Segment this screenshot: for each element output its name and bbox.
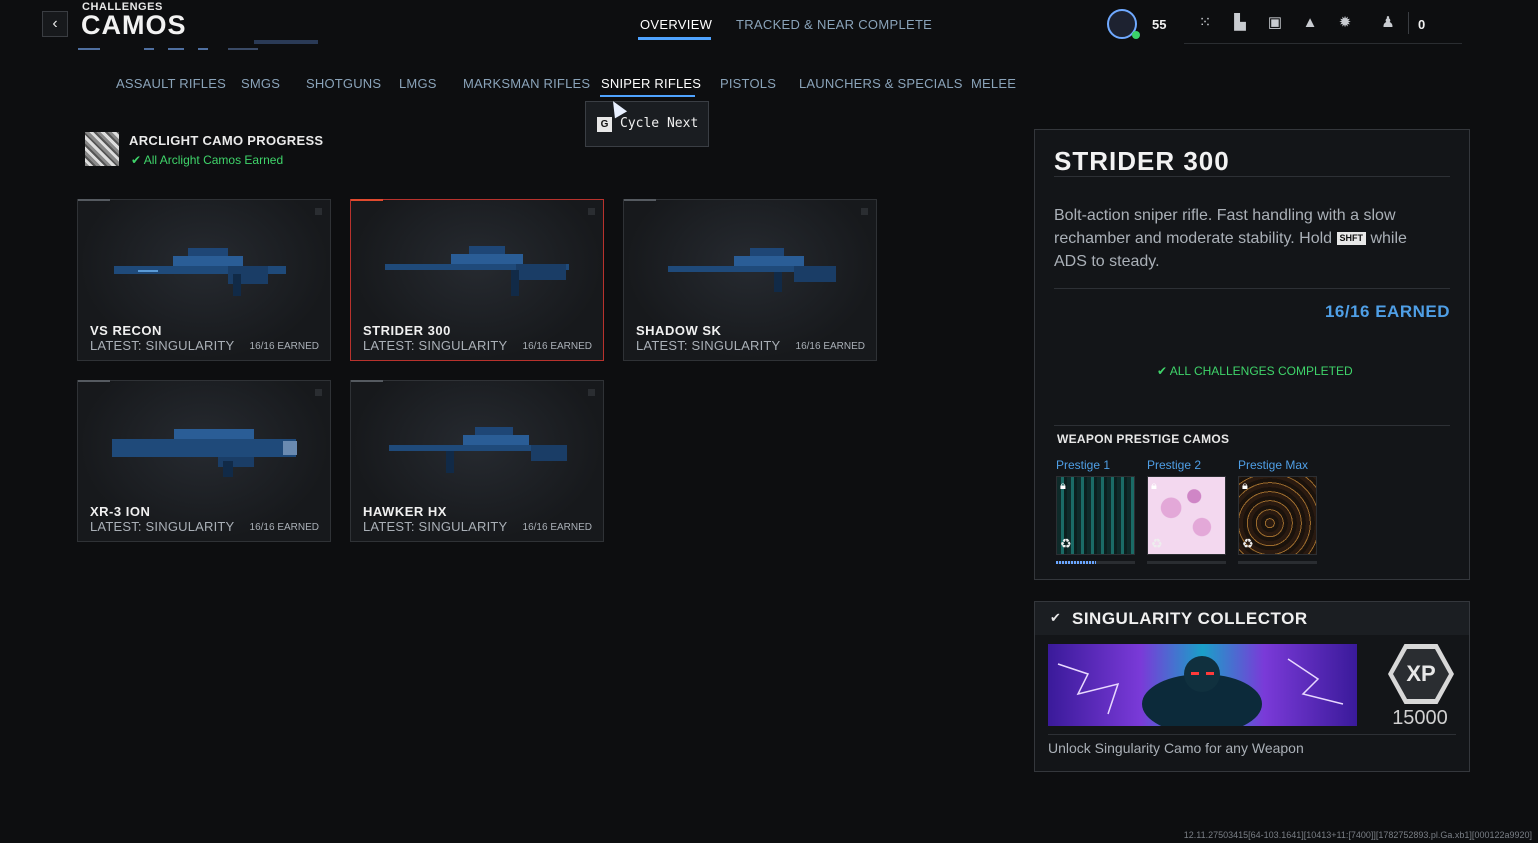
collector-title: SINGULARITY COLLECTOR [1072,609,1308,628]
chevron-left-icon: ‹ [52,15,58,32]
recycle-icon: ♻ [1242,536,1254,551]
weapon-latest-camo: LATEST: SINGULARITY [363,338,508,353]
camo-progress-title: ARCLIGHT CAMO PROGRESS [129,133,324,148]
weapon-name: XR-3 ION [90,504,151,519]
sniper-rifle-icon [385,246,569,296]
shift-key-icon: SHFT [1336,232,1367,245]
weapon-latest-camo: LATEST: SINGULARITY [90,338,235,353]
sniper-rifle-icon [114,248,286,296]
title-decoration [78,40,318,50]
weapon-description: Bolt-action sniper rifle. Fast handling … [1054,207,1407,270]
detail-earned-count: 16/16 EARNED [1324,302,1450,321]
prestige-2-label: Prestige 2 [1147,458,1202,472]
weapon-name: HAWKER HX [363,504,447,519]
weapon-earned-count: 16/16 EARNED [795,341,865,352]
back-button[interactable]: ‹ [42,11,68,37]
lock-icon: 🔒︎ [1151,480,1157,492]
checkmark-icon: ✔ [1050,610,1061,625]
prestige-2-progress-bar [1147,561,1226,564]
weapon-latest-camo: LATEST: SINGULARITY [636,338,781,353]
category-launchers-specials[interactable]: LAUNCHERS & SPECIALS [799,76,963,91]
header-rule [1184,43,1462,44]
weapon-earned-count: 16/16 EARNED [249,522,319,533]
divider [1048,734,1456,735]
notifications-icon[interactable]: ▲ [1301,14,1319,32]
active-category-indicator [600,95,695,97]
weapon-card-shadow-sk[interactable]: SHADOW SK LATEST: SINGULARITY 16/16 EARN… [623,199,877,361]
prestige-camos-title: WEAPON PRESTIGE CAMOS [1057,432,1230,446]
weapon-earned-count: 16/16 EARNED [249,341,319,352]
barracks-icon[interactable]: ▣ [1266,14,1284,32]
collector-description: Unlock Singularity Camo for any Weapon [1048,740,1304,756]
prestige-1-progress-fill [1056,561,1096,564]
sniper-rifle-icon [112,429,297,477]
header-divider [1408,12,1409,34]
weapon-latest-camo: LATEST: SINGULARITY [363,519,508,534]
category-melee[interactable]: MELEE [971,76,1016,91]
sniper-rifle-icon [389,427,567,473]
store-icon[interactable]: ▙ [1231,14,1249,32]
category-sniper-rifles[interactable]: SNIPER RIFLES [601,76,701,91]
player-level: 55 [1152,17,1167,32]
category-smgs[interactable]: SMGS [241,76,280,91]
divider [1054,176,1450,177]
xp-reward-value: 15000 [1392,707,1448,729]
weapon-card-vs-recon[interactable]: VS RECON LATEST: SINGULARITY 16/16 EARNE… [77,199,331,361]
recycle-icon: ♻ [1060,536,1072,551]
build-info: 12.11.27503415[64-103.1641][10413+11:[74… [1183,830,1532,840]
sniper-rifle-icon [668,248,836,292]
prestige-max-progress-bar [1238,561,1317,564]
detail-weapon-title: STRIDER 300 [1054,146,1230,176]
category-lmgs[interactable]: LMGS [399,76,437,91]
lock-icon: 🔒︎ [1060,480,1066,492]
tab-tracked-near-complete[interactable]: TRACKED & NEAR COMPLETE [736,17,932,32]
weapon-card-xr-3-ion[interactable]: XR-3 ION LATEST: SINGULARITY 16/16 EARNE… [77,380,331,542]
camo-progress-status: ✔ All Arclight Camos Earned [131,153,284,167]
challenges-completed-status: ✔ ALL CHALLENGES COMPLETED [1157,364,1353,378]
weapon-card-hawker-hx[interactable]: HAWKER HX LATEST: SINGULARITY 16/16 EARN… [350,380,604,542]
prestige-2-camo[interactable]: 🔒︎ ♻ [1147,476,1226,555]
weapon-name: STRIDER 300 [363,323,451,338]
online-status-icon [1132,31,1140,39]
key-g-icon: G [597,117,612,132]
tooltip-text: Cycle Next [620,116,699,131]
prestige-max-label: Prestige Max [1238,458,1309,472]
prestige-1-label: Prestige 1 [1056,458,1111,472]
category-shotguns[interactable]: SHOTGUNS [306,76,381,91]
divider [1054,425,1450,426]
page-title: CAMOS [81,10,187,40]
weapon-earned-count: 16/16 EARNED [522,341,592,352]
prestige-max-camo[interactable]: 🔒︎ ♻ [1238,476,1317,555]
arclight-camo-thumbnail [85,132,119,166]
weapon-earned-count: 16/16 EARNED [522,522,592,533]
prestige-1-camo[interactable]: 🔒︎ ♻ [1056,476,1135,555]
lock-icon: 🔒︎ [1242,480,1248,492]
friends-icon[interactable]: ♟ [1379,14,1397,32]
weapon-name: VS RECON [90,323,162,338]
active-tab-indicator [638,37,711,40]
friends-count: 0 [1418,17,1426,32]
weapon-card-strider-300[interactable]: STRIDER 300 LATEST: SINGULARITY 16/16 EA… [350,199,604,361]
category-pistols[interactable]: PISTOLS [720,76,776,91]
singularity-reward-image [1048,644,1357,726]
weapon-name: SHADOW SK [636,323,722,338]
category-marksman-rifles[interactable]: MARKSMAN RIFLES [463,76,590,91]
recycle-icon: ♻ [1151,536,1163,551]
category-assault-rifles[interactable]: ASSAULT RIFLES [116,76,226,91]
weapon-latest-camo: LATEST: SINGULARITY [90,519,235,534]
grid-menu-icon[interactable]: ⁙ [1196,14,1214,32]
gear-icon[interactable]: ✹ [1336,14,1354,32]
tab-overview[interactable]: OVERVIEW [640,17,712,32]
divider [1054,288,1450,289]
